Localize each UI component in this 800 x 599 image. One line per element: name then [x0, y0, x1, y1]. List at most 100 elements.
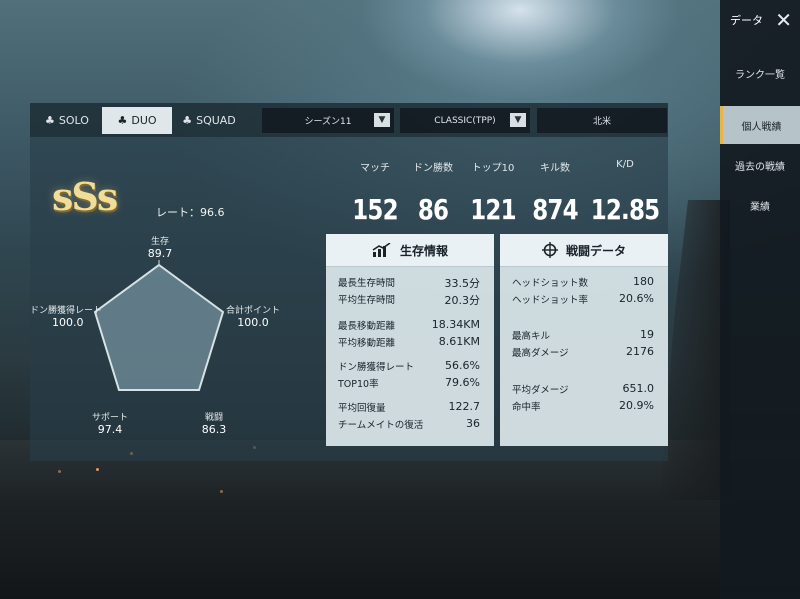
- radar-label-combat: 戦闘 86.3: [196, 410, 232, 436]
- combat-row: 平均ダメージ 651.0: [512, 382, 654, 396]
- mode-dropdown[interactable]: CLASSIC(TPP) ▼: [400, 108, 530, 133]
- row-value: 20.9%: [619, 399, 654, 412]
- radar-axis-value: 86.3: [201, 423, 227, 436]
- combat-card-header: 戦闘データ: [500, 234, 668, 267]
- sidebar: データ ✕ ランク一覧 個人戦績 過去の戦績 業績: [720, 0, 800, 599]
- sidebar-item-label: 業績: [750, 201, 770, 213]
- sidebar-title: データ: [730, 14, 763, 27]
- survival-card-header: 生存情報: [326, 234, 494, 267]
- combat-row: 最高ダメージ 2176: [512, 345, 654, 359]
- crosshair-icon: [541, 242, 558, 258]
- region-dropdown[interactable]: 北米: [537, 108, 667, 133]
- survival-row: 平均生存時間 20.3分: [338, 292, 480, 308]
- survival-row: 最長移動距離 18.34KM: [338, 318, 480, 332]
- combat-card-title: 戦闘データ: [565, 243, 626, 258]
- duo-icon: ♣: [117, 114, 128, 127]
- row-label: チームメイトの復活: [338, 420, 424, 431]
- row-value: 20.6%: [619, 292, 654, 305]
- ember-particle: [220, 490, 223, 493]
- survival-row: TOP10率 79.6%: [338, 376, 480, 390]
- stat-label-kd: K/D: [616, 159, 634, 170]
- row-label: 最高キル: [512, 331, 551, 342]
- row-label: TOP10率: [338, 379, 379, 390]
- radar-label-survival: 生存 89.7: [146, 234, 174, 260]
- radar-axis-value: 100.0: [52, 316, 84, 329]
- row-value: 2176: [626, 345, 654, 358]
- row-value: 56.6%: [445, 359, 480, 372]
- row-label: ヘッドショット率: [512, 295, 589, 306]
- survival-row: 最長生存時間 33.5分: [338, 275, 480, 291]
- row-label: 最長生存時間: [338, 278, 396, 289]
- row-value: 122.7: [448, 400, 481, 413]
- combat-card: 戦闘データ ヘッドショット数 180 ヘッドショット率 20.6% 最高キル 19 最…: [500, 234, 668, 446]
- sidebar-item-label: 過去の戦績: [735, 161, 785, 173]
- radar-axis-label: サポート: [91, 413, 128, 423]
- row-label: 最高ダメージ: [512, 348, 569, 359]
- survival-card-title: 生存情報: [399, 243, 448, 258]
- radar-label-support: サポート 97.4: [88, 410, 132, 436]
- sidebar-item-achievements[interactable]: 業績: [720, 186, 800, 224]
- radar-axis-label: 戦闘: [204, 413, 223, 423]
- tab-label: SQUAD: [196, 114, 236, 127]
- row-value: 20.3分: [444, 294, 481, 307]
- solo-icon: ♣: [45, 114, 55, 127]
- row-value: 19: [640, 328, 654, 341]
- tab-squad[interactable]: ♣ SQUAD: [174, 107, 244, 134]
- row-label: 平均生存時間: [338, 295, 396, 306]
- row-label: 平均回復量: [338, 403, 386, 414]
- tab-label: DUO: [131, 114, 157, 127]
- row-label: 最長移動距離: [338, 321, 396, 332]
- season-dropdown[interactable]: シーズン11 ▼: [262, 108, 394, 133]
- survival-row: ドン勝獲得レート 56.6%: [338, 359, 480, 373]
- row-label: 命中率: [512, 402, 541, 413]
- tier-badge: sSs: [52, 174, 118, 219]
- mode-value: CLASSIC(TPP): [434, 115, 496, 126]
- chart-up-icon: [372, 243, 391, 257]
- sidebar-item-rank-list[interactable]: ランク一覧: [720, 54, 800, 92]
- radar-label-total-points: 合計ポイント 100.0: [220, 303, 286, 329]
- radar-label-win-rate: ドン勝獲得レート 100.0: [30, 303, 106, 329]
- survival-row: 平均回復量 122.7: [338, 400, 480, 414]
- tab-label: SOLO: [58, 114, 89, 127]
- close-icon[interactable]: ✕: [775, 10, 792, 30]
- squad-icon: ♣: [182, 114, 193, 127]
- ember-particle: [96, 468, 99, 471]
- row-value: 79.6%: [445, 376, 480, 389]
- row-label: ドン勝獲得レート: [338, 362, 415, 373]
- radar-axis-label: 生存: [150, 237, 169, 247]
- ember-particle: [58, 470, 61, 473]
- row-value: 651.0: [622, 382, 655, 395]
- region-value: 北米: [592, 117, 611, 127]
- tab-solo[interactable]: ♣ SOLO: [34, 107, 100, 134]
- radar-pentagon: [93, 263, 225, 391]
- row-label: 平均ダメージ: [512, 385, 569, 396]
- survival-row: 平均移動距離 8.61KM: [338, 335, 480, 349]
- survival-row: チームメイトの復活 36: [338, 417, 480, 431]
- stat-value-kills: 874: [532, 193, 578, 226]
- rate-text: レート：96.6: [156, 206, 225, 219]
- chevron-down-icon: ▼: [510, 113, 526, 127]
- row-label: ヘッドショット数: [512, 278, 589, 289]
- stat-value-kd: 12.85: [590, 193, 660, 226]
- row-value: 33.5分: [444, 277, 481, 290]
- mode-tabbar: ♣ SOLO ♣ DUO ♣ SQUAD シーズン11 ▼ CLASSIC(TP…: [30, 103, 668, 137]
- season-value: シーズン11: [304, 117, 352, 127]
- radar-axis-label: 合計ポイント: [225, 306, 280, 316]
- sidebar-item-past-stats[interactable]: 過去の戦績: [720, 146, 800, 184]
- radar-axis-value: 97.4: [97, 423, 123, 436]
- row-value: 180: [633, 275, 654, 288]
- row-value: 18.34KM: [431, 318, 480, 331]
- combat-row: 最高キル 19: [512, 328, 654, 342]
- survival-card: 生存情報 最長生存時間 33.5分 平均生存時間 20.3分 最長移動距離 18.34…: [326, 234, 494, 446]
- sidebar-item-label: ランク一覧: [735, 69, 785, 81]
- radar-axis-value: 100.0: [237, 316, 269, 329]
- stat-label-kills: キル数: [540, 163, 570, 174]
- sidebar-item-personal-stats[interactable]: 個人戦績: [720, 106, 800, 144]
- tab-duo[interactable]: ♣ DUO: [102, 107, 172, 134]
- combat-row: ヘッドショット数 180: [512, 275, 654, 289]
- row-value: 36: [466, 417, 480, 430]
- stat-label-top10: トップ10: [471, 163, 515, 174]
- radar-axis-value: 89.7: [147, 247, 173, 260]
- combat-row: ヘッドショット率 20.6%: [512, 292, 654, 306]
- radar-axis-label: ドン勝獲得レート: [30, 306, 103, 316]
